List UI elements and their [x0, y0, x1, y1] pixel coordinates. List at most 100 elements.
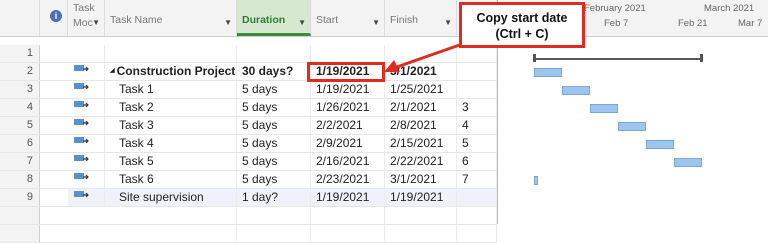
finish-cell[interactable]	[385, 207, 457, 224]
table-row[interactable]: 6 Task 4 5 days 2/9/2021 2/15/2021 5	[0, 135, 497, 153]
row-number[interactable]: 8	[0, 171, 40, 188]
task-mode-icon[interactable]	[68, 81, 105, 98]
finish-cell[interactable]	[385, 225, 457, 242]
task-mode-icon[interactable]	[68, 63, 105, 80]
duration-cell[interactable]: 5 days	[237, 99, 311, 116]
task-name-cell[interactable]: Task 5	[105, 153, 237, 170]
start-header[interactable]: Start ▼	[311, 0, 385, 36]
task-name-cell[interactable]	[105, 45, 237, 62]
task-mode-header[interactable]: Task Moc ▼	[68, 0, 105, 36]
duration-cell[interactable]: 5 days	[237, 153, 311, 170]
task-name-header[interactable]: Task Name ▼	[105, 0, 237, 36]
gantt-bar-task-3[interactable]	[590, 104, 618, 113]
start-cell[interactable]: 1/26/2021	[311, 99, 385, 116]
predecessors-cell[interactable]	[457, 189, 497, 206]
table-row[interactable]: 4 Task 2 5 days 1/26/2021 2/1/2021 3	[0, 99, 497, 117]
gantt-bar-task-6[interactable]	[674, 158, 702, 167]
task-name-cell[interactable]	[105, 225, 237, 242]
task-mode-icon[interactable]	[68, 117, 105, 134]
start-cell[interactable]: 1/19/2021	[311, 189, 385, 206]
start-cell[interactable]: 2/9/2021	[311, 135, 385, 152]
task-mode-icon[interactable]	[68, 45, 105, 62]
predecessors-cell[interactable]: 3	[457, 99, 497, 116]
task-name-cell[interactable]: Task 3	[105, 117, 237, 134]
task-name-cell[interactable]	[105, 207, 237, 224]
chevron-down-icon[interactable]: ▼	[444, 18, 452, 27]
start-cell[interactable]: 2/2/2021	[311, 117, 385, 134]
table-row[interactable]: 3 Task 1 5 days 1/19/2021 1/25/2021	[0, 81, 497, 99]
start-cell[interactable]	[311, 207, 385, 224]
row-number[interactable]: 5	[0, 117, 40, 134]
info-column-header[interactable]: i	[40, 0, 68, 36]
task-name-cell[interactable]: Site supervision	[105, 189, 237, 206]
row-number[interactable]	[0, 225, 40, 242]
start-cell[interactable]: 2/16/2021	[311, 153, 385, 170]
duration-cell[interactable]: 30 days?	[237, 63, 311, 80]
predecessors-cell[interactable]	[457, 207, 497, 224]
finish-cell[interactable]: 1/25/2021	[385, 81, 457, 98]
row-number[interactable]: 7	[0, 153, 40, 170]
row-number[interactable]: 3	[0, 81, 40, 98]
task-name-cell[interactable]: Task 6	[105, 171, 237, 188]
finish-cell[interactable]: 1/19/2021	[385, 189, 457, 206]
finish-cell[interactable]: 2/1/2021	[385, 99, 457, 116]
duration-cell[interactable]: 5 days	[237, 135, 311, 152]
finish-cell[interactable]: 2/15/2021	[385, 135, 457, 152]
task-mode-icon[interactable]	[68, 189, 105, 206]
task-name-cell[interactable]: Task 4	[105, 135, 237, 152]
start-cell[interactable]: 2/23/2021	[311, 171, 385, 188]
duration-cell[interactable]: 5 days	[237, 171, 311, 188]
duration-cell[interactable]	[237, 225, 311, 242]
table-row[interactable]: 9 Site supervision 1 day? 1/19/2021 1/19/202…	[0, 189, 497, 207]
predecessors-cell[interactable]: 7	[457, 171, 497, 188]
gantt-bar-task-2[interactable]	[562, 86, 590, 95]
row-number[interactable]: 6	[0, 135, 40, 152]
task-mode-icon[interactable]	[68, 99, 105, 116]
duration-cell[interactable]	[237, 207, 311, 224]
row-number-header[interactable]	[0, 0, 40, 36]
task-name-cell[interactable]: Task 2	[105, 99, 237, 116]
row-number[interactable]: 4	[0, 99, 40, 116]
predecessors-cell[interactable]: 5	[457, 135, 497, 152]
chevron-down-icon[interactable]: ▼	[224, 18, 232, 27]
predecessors-cell[interactable]	[457, 81, 497, 98]
finish-cell[interactable]: 2/22/2021	[385, 153, 457, 170]
task-mode-icon[interactable]	[68, 135, 105, 152]
table-row[interactable]	[0, 225, 497, 243]
finish-cell[interactable]: 2/8/2021	[385, 117, 457, 134]
table-row[interactable]: 5 Task 3 5 days 2/2/2021 2/8/2021 4	[0, 117, 497, 135]
finish-cell[interactable]: 3/1/2021	[385, 171, 457, 188]
row-number[interactable]: 2	[0, 63, 40, 80]
chevron-down-icon[interactable]: ▼	[92, 18, 100, 27]
predecessors-cell[interactable]: 6	[457, 153, 497, 170]
table-row[interactable]: 7 Task 5 5 days 2/16/2021 2/22/2021 6	[0, 153, 497, 171]
table-row[interactable]: 8 Task 6 5 days 2/23/2021 3/1/2021 7	[0, 171, 497, 189]
chevron-down-icon[interactable]: ▼	[372, 18, 380, 27]
start-cell[interactable]	[311, 225, 385, 242]
start-cell[interactable]	[311, 45, 385, 62]
duration-cell[interactable]: 5 days	[237, 117, 311, 134]
gantt-bar-task-1[interactable]	[534, 68, 562, 77]
duration-cell[interactable]: 1 day?	[237, 189, 311, 206]
summary-bar[interactable]	[534, 58, 702, 60]
predecessors-cell[interactable]	[457, 225, 497, 242]
row-number[interactable]: 1	[0, 45, 40, 62]
gantt-bar-task-5[interactable]	[646, 140, 674, 149]
row-number[interactable]: 9	[0, 189, 40, 206]
task-mode-icon[interactable]	[68, 171, 105, 188]
start-cell[interactable]: 1/19/2021	[311, 81, 385, 98]
gantt-bar-task-4[interactable]	[618, 122, 646, 131]
duration-header[interactable]: Duration ▼	[237, 0, 311, 36]
task-name-cell[interactable]: ◢ Construction Project	[105, 63, 237, 80]
predecessors-cell[interactable]: 4	[457, 117, 497, 134]
chevron-down-icon[interactable]: ▼	[298, 18, 306, 27]
row-number[interactable]	[0, 207, 40, 224]
finish-header[interactable]: Finish ▼	[385, 0, 457, 36]
task-name-cell[interactable]: Task 1	[105, 81, 237, 98]
duration-cell[interactable]: 5 days	[237, 81, 311, 98]
task-mode-icon[interactable]	[68, 153, 105, 170]
collapse-triangle-icon[interactable]: ◢	[110, 68, 115, 74]
duration-cell[interactable]	[237, 45, 311, 62]
gantt-bar-site-supervision[interactable]	[534, 176, 538, 185]
table-row[interactable]	[0, 207, 497, 225]
